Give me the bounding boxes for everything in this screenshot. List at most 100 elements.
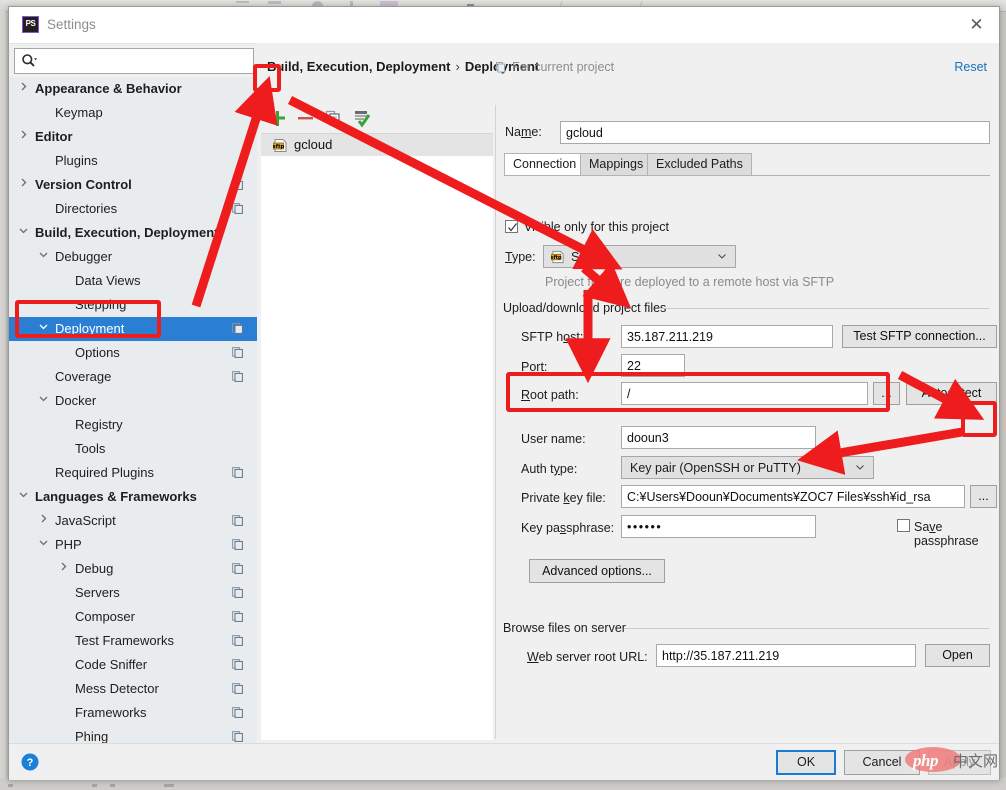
- sidebar-item-debug[interactable]: Debug: [9, 557, 257, 581]
- sidebar-item-registry[interactable]: Registry: [9, 413, 257, 437]
- sftp-type-icon: sftp: [551, 250, 564, 264]
- sidebar-item-languages-frameworks[interactable]: Languages & Frameworks: [9, 485, 257, 509]
- save-passphrase-label: Save passphrase: [914, 520, 979, 548]
- sidebar-item-label: Coverage: [55, 369, 112, 384]
- search-icon: [22, 54, 37, 67]
- sidebar-item-label: Registry: [75, 417, 123, 432]
- test-sftp-connection-button[interactable]: Test SFTP connection...: [842, 325, 997, 348]
- copy-config-icon: [232, 635, 243, 646]
- sidebar-item-required-plugins[interactable]: Required Plugins: [9, 461, 257, 485]
- tree-twisty-collapsed-icon[interactable]: [17, 77, 29, 101]
- web-root-input[interactable]: [656, 644, 916, 667]
- svg-text:sftp: sftp: [551, 255, 562, 261]
- tree-twisty-collapsed-icon[interactable]: [57, 557, 69, 581]
- sidebar-item-test-frameworks[interactable]: Test Frameworks: [9, 629, 257, 653]
- sidebar-item-coverage[interactable]: Coverage: [9, 365, 257, 389]
- sidebar-item-frameworks[interactable]: Frameworks: [9, 701, 257, 725]
- sidebar-item-editor[interactable]: Editor: [9, 125, 257, 149]
- panel-splitter[interactable]: [495, 105, 496, 739]
- sidebar-item-plugins[interactable]: Plugins: [9, 149, 257, 173]
- search-input[interactable]: [41, 51, 250, 72]
- search-box[interactable]: [14, 48, 254, 74]
- tree-twisty-expanded-icon[interactable]: [17, 485, 29, 509]
- key-passphrase-label: Key passphrase:: [521, 521, 615, 535]
- visible-only-label: Visible only for this project: [524, 220, 669, 234]
- type-value: SFTP: [571, 250, 603, 264]
- tree-twisty-collapsed-icon[interactable]: [17, 173, 29, 197]
- dialog-title-bar: PS Settings ✕: [9, 7, 999, 44]
- copy-config-icon: [232, 659, 243, 670]
- breadcrumb-root[interactable]: Build, Execution, Deployment: [267, 59, 450, 74]
- auth-type-dropdown[interactable]: Key pair (OpenSSH or PuTTY): [621, 456, 874, 479]
- sidebar-item-label: Version Control: [35, 177, 132, 192]
- close-icon[interactable]: ✕: [954, 7, 999, 43]
- list-item[interactable]: sftp gcloud: [261, 134, 493, 156]
- tree-twisty-collapsed-icon[interactable]: [17, 125, 29, 149]
- tab-mappings[interactable]: Mappings: [580, 153, 653, 176]
- copy-config-icon: [232, 347, 243, 358]
- sidebar-item-build-execution-deployment[interactable]: Build, Execution, Deployment: [9, 221, 257, 245]
- tab-underline: [504, 175, 990, 176]
- status-tick-1: [8, 784, 13, 787]
- tree-twisty-expanded-icon[interactable]: [37, 533, 49, 557]
- name-input[interactable]: [560, 121, 990, 144]
- add-server-button[interactable]: [266, 107, 288, 129]
- sidebar-item-code-sniffer[interactable]: Code Sniffer: [9, 653, 257, 677]
- server-list[interactable]: sftp gcloud: [261, 133, 493, 740]
- sidebar-item-composer[interactable]: Composer: [9, 605, 257, 629]
- visible-only-checkbox[interactable]: [505, 220, 518, 233]
- sidebar-item-label: Test Frameworks: [75, 633, 174, 648]
- sidebar-item-version-control[interactable]: Version Control: [9, 173, 257, 197]
- sidebar-item-debugger[interactable]: Debugger: [9, 245, 257, 269]
- copy-icon: [325, 110, 340, 126]
- reset-link[interactable]: Reset: [954, 60, 987, 74]
- name-label: Name:: [505, 125, 542, 139]
- cancel-button[interactable]: Cancel: [844, 750, 920, 775]
- tree-twisty-expanded-icon[interactable]: [37, 389, 49, 413]
- open-button[interactable]: Open: [925, 644, 990, 667]
- key-passphrase-input[interactable]: [621, 515, 816, 538]
- save-passphrase-checkbox[interactable]: [897, 519, 910, 532]
- sidebar-item-data-views[interactable]: Data Views: [9, 269, 257, 293]
- sidebar-item-label: Servers: [75, 585, 120, 600]
- upload-group-label: Upload/download project files: [503, 301, 672, 315]
- sidebar-item-php[interactable]: PHP: [9, 533, 257, 557]
- ok-button[interactable]: OK: [776, 750, 836, 775]
- sidebar-item-keymap[interactable]: Keymap: [9, 101, 257, 125]
- sftp-host-input[interactable]: [621, 325, 833, 348]
- advanced-options-button[interactable]: Advanced options...: [529, 559, 665, 583]
- tree-twisty-expanded-icon[interactable]: [17, 221, 29, 245]
- sidebar-item-label: Code Sniffer: [75, 657, 148, 672]
- tab-connection[interactable]: Connection: [504, 153, 586, 176]
- for-current-project-label: For current project: [496, 60, 614, 74]
- help-icon[interactable]: ?: [21, 753, 39, 771]
- sidebar-item-appearance-behavior[interactable]: Appearance & Behavior: [9, 77, 257, 101]
- sidebar-item-label: Plugins: [55, 153, 98, 168]
- sidebar-item-javascript[interactable]: JavaScript: [9, 509, 257, 533]
- validate-server-button[interactable]: [350, 107, 372, 129]
- sidebar-item-servers[interactable]: Servers: [9, 581, 257, 605]
- sidebar-item-docker[interactable]: Docker: [9, 389, 257, 413]
- remove-server-button[interactable]: [294, 107, 316, 129]
- user-name-input[interactable]: [621, 426, 816, 449]
- sidebar-item-label: JavaScript: [55, 513, 116, 528]
- sidebar-item-tools[interactable]: Tools: [9, 437, 257, 461]
- sidebar-item-directories[interactable]: Directories: [9, 197, 257, 221]
- settings-tree[interactable]: Appearance & Behavior Keymap Editor Plugins…: [9, 77, 257, 743]
- tree-twisty-expanded-icon[interactable]: [37, 245, 49, 269]
- tree-twisty-collapsed-icon[interactable]: [37, 509, 49, 533]
- sidebar-item-options[interactable]: Options: [9, 341, 257, 365]
- copy-config-icon: [232, 515, 243, 526]
- private-key-browse-button[interactable]: ...: [970, 485, 997, 508]
- phpstorm-icon: PS: [22, 16, 39, 33]
- apply-button[interactable]: Apply: [928, 750, 991, 775]
- sidebar-item-label: Directories: [55, 201, 118, 216]
- private-key-input[interactable]: [621, 485, 965, 508]
- type-dropdown[interactable]: sftp SFTP: [543, 245, 736, 268]
- copy-server-button[interactable]: [322, 107, 344, 129]
- sidebar-item-phing[interactable]: Phing: [9, 725, 257, 743]
- sidebar-item-mess-detector[interactable]: Mess Detector: [9, 677, 257, 701]
- user-name-label: User name:: [521, 432, 586, 446]
- settings-tabs: Connection Mappings Excluded Paths: [504, 153, 990, 176]
- tab-excluded-paths[interactable]: Excluded Paths: [647, 153, 752, 176]
